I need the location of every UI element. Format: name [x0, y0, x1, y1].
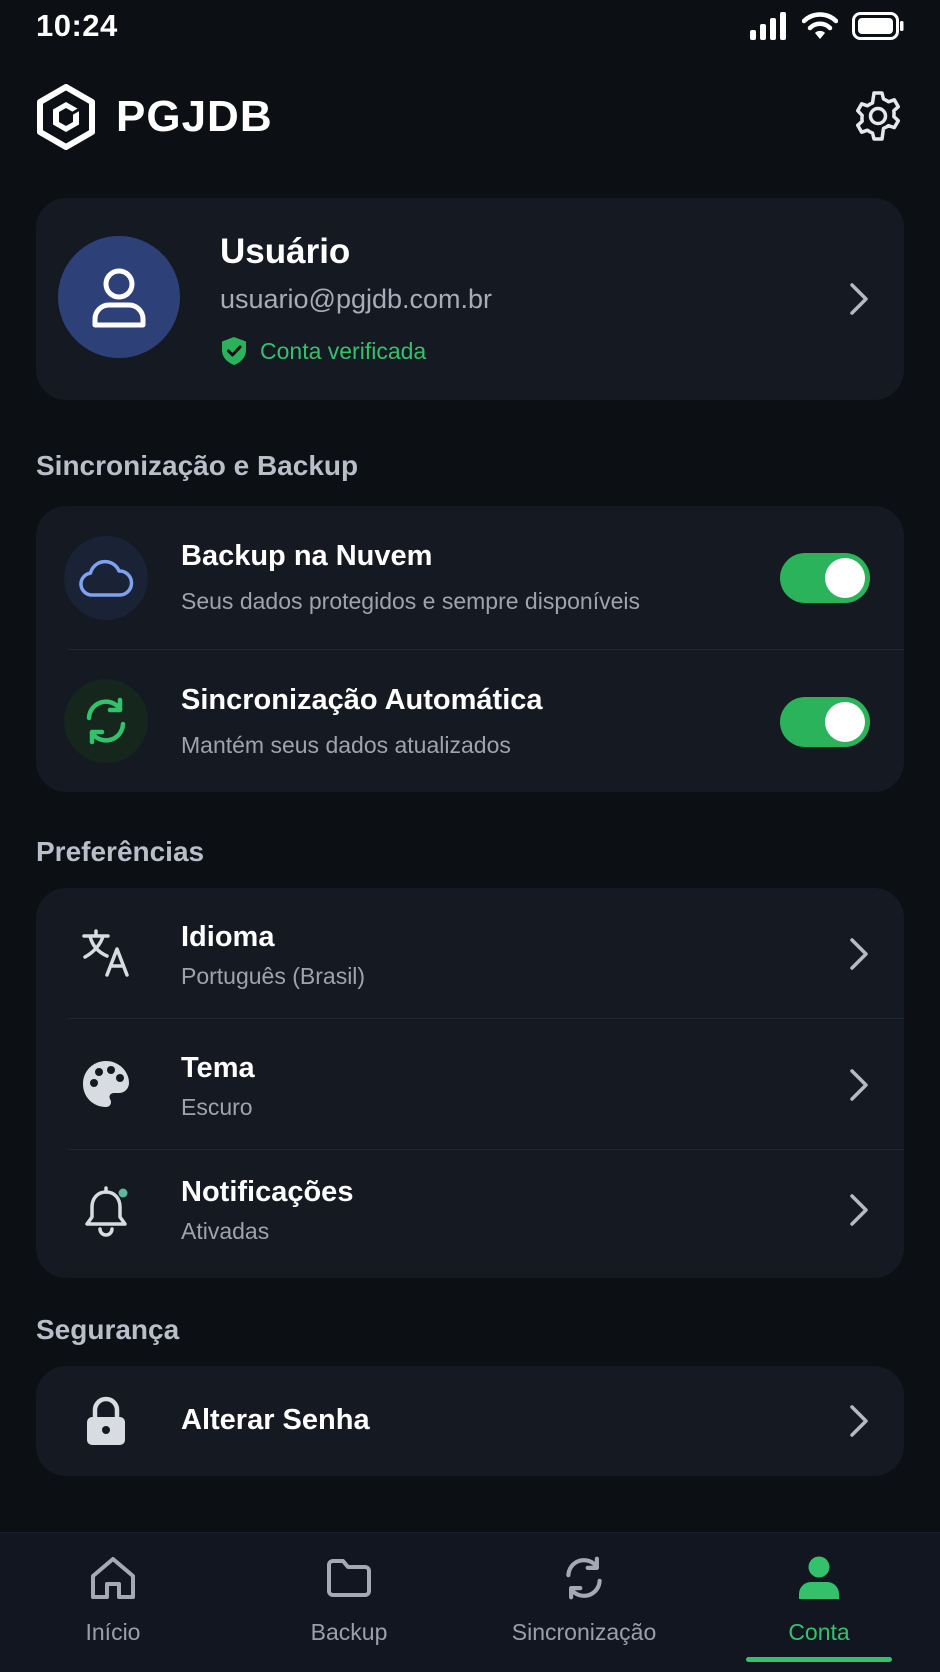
chevron-right-icon [850, 1194, 868, 1226]
nav-home[interactable]: Início [13, 1551, 213, 1661]
language-title: Idioma [181, 921, 275, 953]
nav-label: Início [85, 1619, 141, 1645]
notifications-value: Ativadas [181, 1218, 270, 1244]
sync-icon [557, 1551, 611, 1605]
status-bar: 10:24 [0, 0, 940, 56]
profile-card[interactable]: Usuário usuario@pgjdb.com.br Conta verif… [36, 198, 904, 400]
nav-label: Backup [310, 1619, 388, 1645]
verified-badge: Conta verificada [220, 336, 426, 366]
sync-icon-wrap [64, 679, 148, 763]
cloud-icon-wrap [64, 536, 148, 620]
account-screen: 10:24 PGJDB Usuário usuario@pgjdb.com.br… [0, 0, 940, 1672]
divider [68, 649, 904, 650]
preferences-card: Idioma Português (Brasil) Tema Escuro No… [36, 888, 904, 1278]
chevron-right-icon [850, 1069, 868, 1101]
nav-label: Sincronização [511, 1619, 657, 1645]
bottom-nav: Início Backup Sincronização Conta [0, 1532, 940, 1672]
theme-title: Tema [181, 1052, 255, 1084]
palette-icon-wrap [78, 1056, 134, 1112]
backup-title: Backup na Nuvem [181, 540, 433, 572]
nav-backup[interactable]: Backup [249, 1551, 449, 1661]
battery-icon [852, 12, 904, 40]
backup-subtitle: Seus dados protegidos e sempre disponíve… [181, 588, 641, 614]
logo-icon [37, 84, 95, 150]
theme-value: Escuro [181, 1094, 253, 1120]
cloud-icon [79, 559, 134, 597]
section-title-sync: Sincronização e Backup [36, 450, 359, 481]
section-title-preferences: Preferências [36, 836, 205, 867]
status-time: 10:24 [36, 8, 118, 43]
change-password-title: Alterar Senha [181, 1404, 370, 1436]
chevron-right-icon [850, 938, 868, 970]
auto-sync-subtitle: Mantém seus dados atualizados [181, 732, 511, 758]
chevron-right-icon [850, 283, 868, 315]
shield-check-icon [222, 337, 246, 365]
lock-icon-wrap [78, 1393, 134, 1449]
auto-sync-title: Sincronização Automática [181, 684, 543, 716]
notifications-title: Notificações [181, 1176, 354, 1208]
user-icon [92, 268, 146, 328]
profile-name: Usuário [220, 232, 351, 271]
translate-icon [82, 929, 129, 977]
sync-card: Backup na Nuvem Seus dados protegidos e … [36, 506, 904, 792]
chevron-right-icon [850, 1405, 868, 1437]
language-row[interactable]: Idioma Português (Brasil) [36, 888, 904, 1018]
nav-sync[interactable]: Sincronização [484, 1551, 684, 1661]
translate-icon-wrap [78, 925, 134, 981]
home-icon [86, 1551, 140, 1605]
bell-icon-wrap [78, 1184, 134, 1240]
change-password-row[interactable]: Alterar Senha [36, 1366, 904, 1476]
theme-row[interactable]: Tema Escuro [36, 1019, 904, 1149]
notifications-row[interactable]: Notificações Ativadas [36, 1150, 904, 1278]
settings-button[interactable] [852, 90, 904, 142]
profile-email: usuario@pgjdb.com.br [220, 284, 493, 314]
avatar [58, 236, 180, 358]
active-tab-indicator [746, 1657, 892, 1662]
toggle-knob [825, 702, 865, 742]
user-icon [792, 1551, 846, 1605]
verified-text: Conta verificada [260, 337, 427, 364]
app-header: PGJDB [36, 82, 904, 152]
signal-icon [750, 12, 786, 40]
status-icons [750, 12, 904, 40]
nav-account[interactable]: Conta [719, 1551, 919, 1661]
wifi-icon [802, 12, 838, 39]
sync-icon [86, 697, 126, 745]
bell-icon [85, 1186, 128, 1237]
lock-icon [87, 1396, 125, 1445]
section-title-security: Segurança [36, 1314, 180, 1345]
app-title: PGJDB [116, 92, 273, 141]
folder-icon [322, 1551, 376, 1605]
gear-icon [855, 91, 901, 141]
language-value: Português (Brasil) [181, 963, 366, 989]
auto-sync-toggle[interactable] [780, 697, 870, 747]
toggle-knob [825, 558, 865, 598]
palette-icon [83, 1061, 129, 1107]
backup-toggle[interactable] [780, 553, 870, 603]
nav-label: Conta [788, 1619, 850, 1645]
